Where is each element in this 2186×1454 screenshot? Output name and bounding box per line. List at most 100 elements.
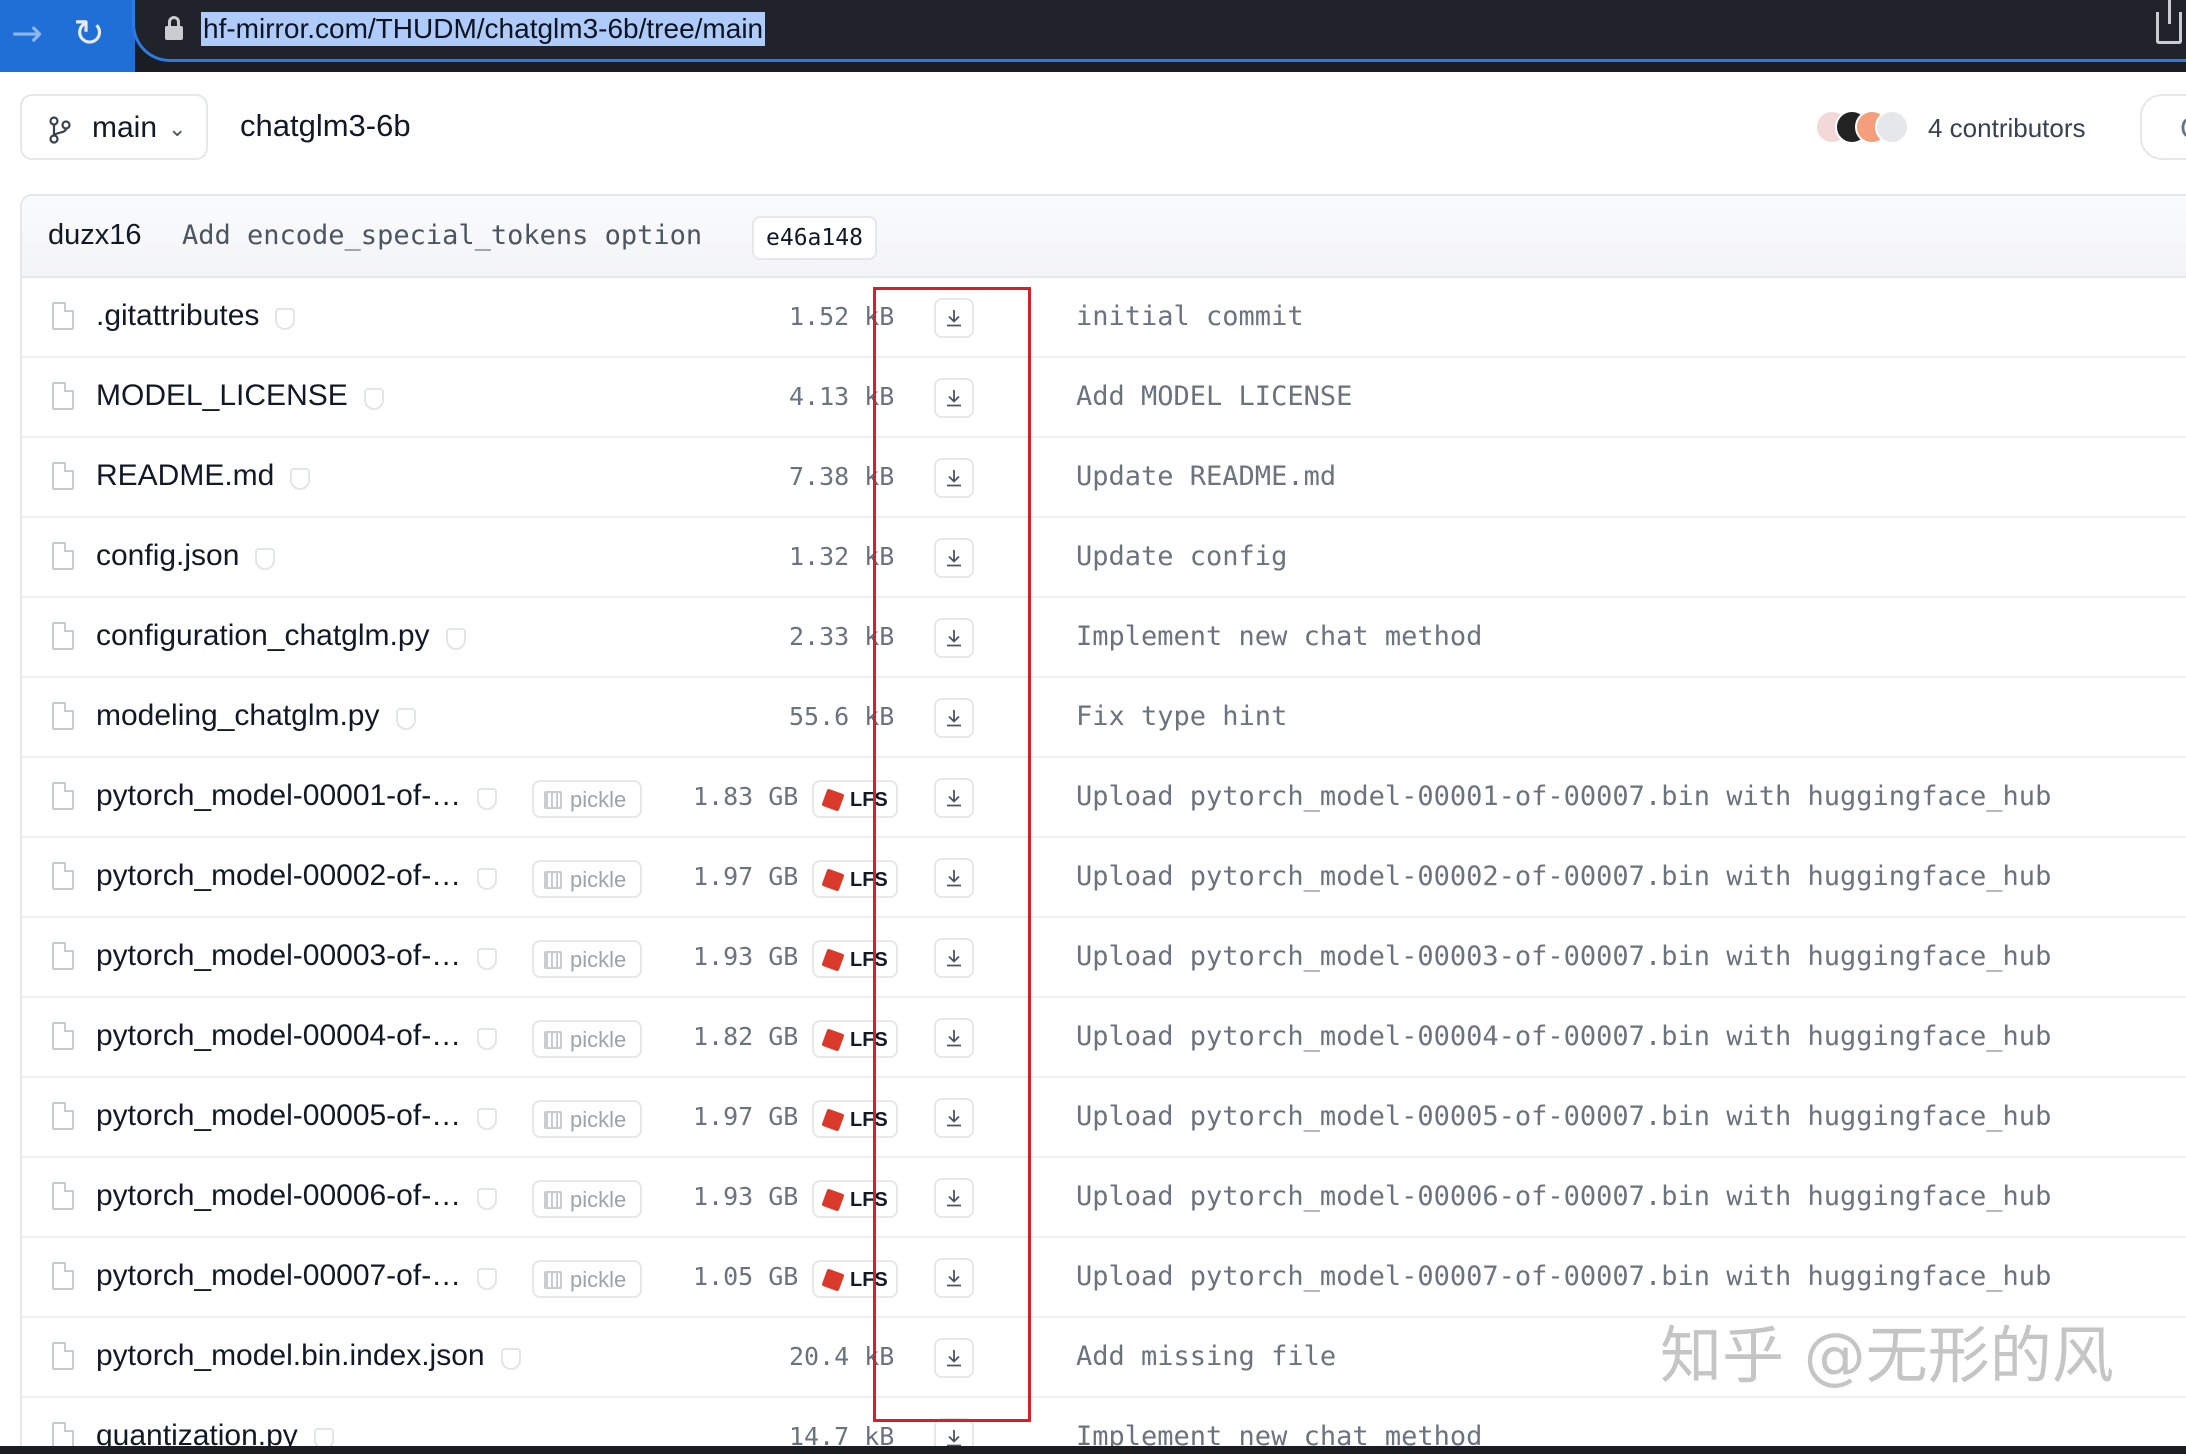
file-row[interactable]: pytorch_model-00001-of-… pickle 1.83 GB LFS… — [22, 758, 2186, 838]
file-name-link[interactable]: README.md — [96, 458, 274, 494]
commit-hash-badge[interactable]: e46a148 — [752, 216, 877, 260]
file-name-link[interactable]: config.json — [96, 538, 239, 574]
shield-check-icon — [255, 548, 275, 570]
download-button[interactable] — [934, 458, 974, 498]
contributors-link[interactable]: 4 contributors — [1928, 112, 2086, 144]
file-row[interactable]: MODEL_LICENSE 4.13 kB Add MODEL LICENSE — [22, 358, 2186, 438]
file-commit-message[interactable]: Upload pytorch_model-00004-of-00007.bin … — [1076, 1020, 2051, 1054]
file-row[interactable]: pytorch_model-00007-of-… pickle 1.05 GB LFS… — [22, 1238, 2186, 1318]
download-button[interactable] — [934, 1178, 974, 1218]
file-name-link[interactable]: pytorch_model-00006-of-… — [96, 1178, 461, 1214]
download-button[interactable] — [934, 698, 974, 738]
file-row[interactable]: pytorch_model-00003-of-… pickle 1.93 GB LFS… — [22, 918, 2186, 998]
download-button[interactable] — [934, 1098, 974, 1138]
download-icon — [947, 1350, 961, 1367]
file-commit-message[interactable]: Update README.md — [1076, 460, 1336, 494]
file-commit-message[interactable]: Upload pytorch_model-00007-of-00007.bin … — [1076, 1260, 2051, 1294]
shield-check-icon — [477, 948, 497, 970]
download-button[interactable] — [934, 858, 974, 898]
pickle-label: pickle — [570, 1267, 627, 1292]
branch-selector[interactable]: main ⌄ — [20, 94, 208, 160]
lfs-label: LFS — [850, 869, 888, 891]
download-icon — [947, 790, 961, 807]
file-name-link[interactable]: MODEL_LICENSE — [96, 378, 348, 414]
download-button[interactable] — [934, 1258, 974, 1298]
file-row[interactable]: pytorch_model-00002-of-… pickle 1.97 GB LFS… — [22, 838, 2186, 918]
repo-breadcrumb[interactable]: chatglm3-6b — [240, 108, 411, 144]
download-button[interactable] — [934, 1018, 974, 1058]
lfs-badge: LFS — [812, 940, 898, 978]
address-bar[interactable]: hf-mirror.com/THUDM/chatglm3-6b/tree/mai… — [132, 0, 2186, 62]
shield-check-icon — [477, 788, 497, 810]
file-commit-message[interactable]: Update config — [1076, 540, 1287, 574]
browser-toolbar: → ↻ hf-mirror.com/THUDM/chatglm3-6b/tree… — [0, 0, 2186, 72]
reload-icon[interactable]: ↻ — [64, 8, 114, 58]
file-name-link[interactable]: pytorch_model-00001-of-… — [96, 778, 461, 814]
file-commit-message[interactable]: Implement new chat method — [1076, 620, 1482, 654]
file-name-link[interactable]: pytorch_model.bin.index.json — [96, 1338, 485, 1374]
pickle-badge[interactable]: pickle — [532, 1100, 642, 1138]
download-icon — [947, 710, 961, 727]
file-row[interactable]: pytorch_model-00006-of-… pickle 1.93 GB LFS… — [22, 1158, 2186, 1238]
file-name-link[interactable]: .gitattributes — [96, 298, 259, 334]
pickle-badge[interactable]: pickle — [532, 1020, 642, 1058]
download-button[interactable] — [934, 298, 974, 338]
file-commit-message[interactable]: Upload pytorch_model-00003-of-00007.bin … — [1076, 940, 2051, 974]
download-icon — [947, 950, 961, 967]
pickle-badge[interactable]: pickle — [532, 860, 642, 898]
shield-check-icon — [477, 1268, 497, 1290]
forward-icon[interactable]: → — [2, 8, 52, 58]
file-name-link[interactable]: pytorch_model-00005-of-… — [96, 1098, 461, 1134]
file-name-link[interactable]: pytorch_model-00002-of-… — [96, 858, 461, 894]
file-commit-message[interactable]: Fix type hint — [1076, 700, 1287, 734]
file-icon — [52, 942, 74, 970]
url-text[interactable]: hf-mirror.com/THUDM/chatglm3-6b/tree/mai… — [201, 12, 766, 46]
shield-check-icon — [477, 1188, 497, 1210]
pickle-badge[interactable]: pickle — [532, 940, 642, 978]
file-row[interactable]: pytorch_model-00004-of-… pickle 1.82 GB LFS… — [22, 998, 2186, 1078]
download-button[interactable] — [934, 618, 974, 658]
file-commit-message[interactable]: Upload pytorch_model-00002-of-00007.bin … — [1076, 860, 2051, 894]
file-name-link[interactable]: pytorch_model-00007-of-… — [96, 1258, 461, 1294]
file-commit-message[interactable]: Add MODEL LICENSE — [1076, 380, 1352, 414]
pickle-badge[interactable]: pickle — [532, 1180, 642, 1218]
file-row[interactable]: README.md 7.38 kB Update README.md — [22, 438, 2186, 518]
file-name-link[interactable]: pytorch_model-00004-of-… — [96, 1018, 461, 1054]
file-row[interactable]: config.json 1.32 kB Update config — [22, 518, 2186, 598]
file-row[interactable]: modeling_chatglm.py 55.6 kB Fix type hint — [22, 678, 2186, 758]
file-icon — [52, 1022, 74, 1050]
pickle-icon — [544, 951, 562, 969]
download-button[interactable] — [934, 1338, 974, 1378]
file-row[interactable]: pytorch_model-00005-of-… pickle 1.97 GB LFS… — [22, 1078, 2186, 1158]
lfs-badge: LFS — [812, 1260, 898, 1298]
lfs-label: LFS — [850, 1029, 888, 1051]
file-commit-message[interactable]: Upload pytorch_model-00006-of-00007.bin … — [1076, 1180, 2051, 1214]
lfs-label: LFS — [850, 949, 888, 971]
lfs-badge: LFS — [812, 1100, 898, 1138]
file-icon — [52, 702, 74, 730]
history-button[interactable]: C — [2140, 94, 2186, 160]
file-name-link[interactable]: modeling_chatglm.py — [96, 698, 380, 734]
file-commit-message[interactable]: Add missing file — [1076, 1340, 1336, 1374]
contributor-avatars[interactable] — [1815, 108, 1915, 148]
file-list: .gitattributes 1.52 kB initial commit MODEL… — [22, 278, 2186, 1454]
share-icon[interactable] — [2156, 0, 2182, 44]
file-commit-message[interactable]: initial commit — [1076, 300, 1304, 334]
file-name-link[interactable]: pytorch_model-00003-of-… — [96, 938, 461, 974]
pickle-badge[interactable]: pickle — [532, 780, 642, 818]
download-button[interactable] — [934, 378, 974, 418]
file-row[interactable]: configuration_chatglm.py 2.33 kB Implement… — [22, 598, 2186, 678]
lock-icon[interactable] — [165, 16, 183, 40]
lfs-label: LFS — [850, 1109, 888, 1131]
file-row[interactable]: .gitattributes 1.52 kB initial commit — [22, 278, 2186, 358]
download-button[interactable] — [934, 778, 974, 818]
file-name-link[interactable]: configuration_chatglm.py — [96, 618, 430, 654]
commit-message[interactable]: Add encode_special_tokens option — [182, 220, 702, 252]
file-commit-message[interactable]: Upload pytorch_model-00005-of-00007.bin … — [1076, 1100, 2051, 1134]
download-button[interactable] — [934, 538, 974, 578]
commit-author[interactable]: duzx16 — [48, 218, 142, 252]
file-commit-message[interactable]: Upload pytorch_model-00001-of-00007.bin … — [1076, 780, 2051, 814]
pickle-badge[interactable]: pickle — [532, 1260, 642, 1298]
pickle-label: pickle — [570, 787, 627, 812]
download-button[interactable] — [934, 938, 974, 978]
